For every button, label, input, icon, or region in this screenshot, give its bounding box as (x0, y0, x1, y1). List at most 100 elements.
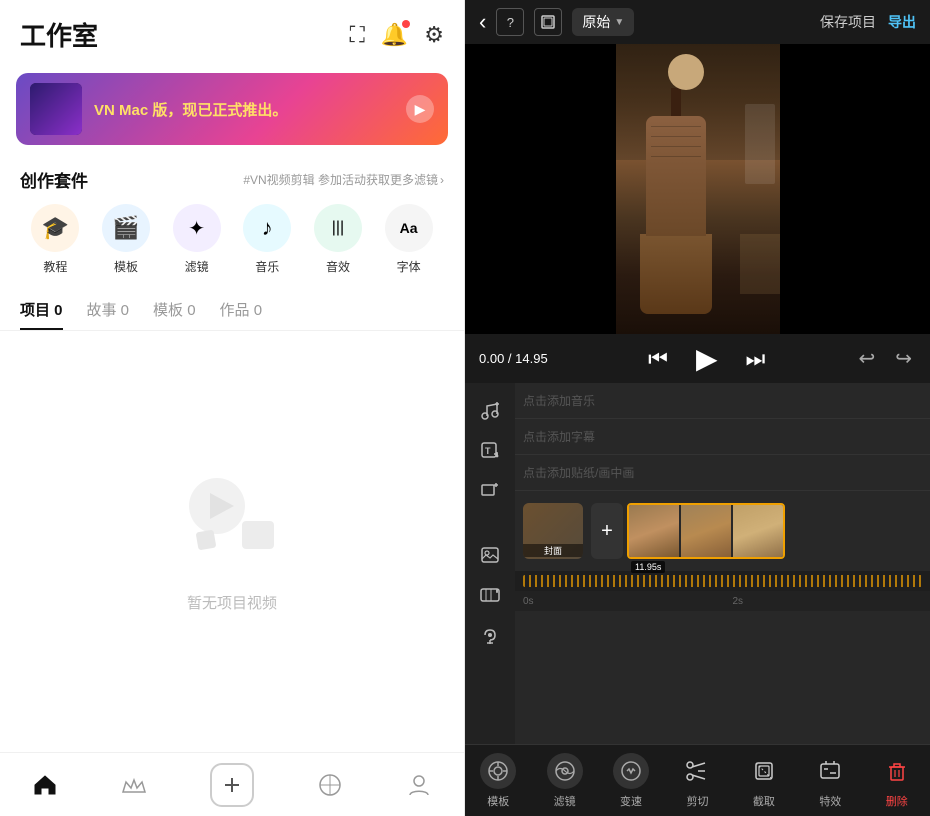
nav-home[interactable] (32, 772, 58, 798)
add-sticker-tool[interactable] (472, 473, 508, 509)
expand-icon[interactable]: ⛶ (349, 22, 364, 48)
subtitle-track[interactable]: 点击添加字幕 (515, 419, 930, 455)
music-track[interactable]: 点击添加音乐 (515, 383, 930, 419)
header-right: 保存项目 导出 (820, 12, 916, 32)
add-clip-tool[interactable] (472, 577, 508, 613)
kit-item-font[interactable]: Aa 字体 (385, 204, 433, 275)
template-tool-icon (480, 753, 516, 789)
font-icon: Aa (385, 204, 433, 252)
template-label: 模板 (487, 793, 509, 809)
tab-template[interactable]: 模板 0 (153, 291, 196, 330)
clip-container: 11.95s (627, 503, 785, 559)
nav-add-button[interactable] (210, 763, 254, 807)
time-display: 0.00 / 14.95 (479, 351, 559, 366)
ruler-mark-2s: 2s (733, 596, 744, 607)
cover-thumbnail[interactable]: 封面 (523, 503, 583, 559)
audio-mix-tool[interactable] (472, 617, 508, 653)
bottom-tool-speed[interactable]: 变速 (605, 753, 657, 809)
redo-button[interactable]: ↪ (891, 346, 916, 371)
video-frame (616, 44, 780, 334)
pip-track[interactable]: 点击添加贴纸/画中画 (515, 455, 930, 491)
cut-label: 剪切 (686, 793, 708, 809)
kit-item-effect[interactable]: ||| 音效 (314, 204, 362, 275)
delete-label: 删除 (886, 793, 908, 809)
timeline-area: T (465, 383, 930, 744)
header-icons: ⛶ 🔔 ⚙ (349, 22, 444, 48)
editor-bottom-toolbar: 模板 滤镜 变速 (465, 744, 930, 816)
skip-end-button[interactable]: ⏭ (740, 346, 772, 372)
banner-thumbnail (30, 83, 82, 135)
template-icon: 🎬 (102, 204, 150, 252)
bottom-tool-delete[interactable]: 删除 (871, 753, 923, 809)
help-button[interactable]: ? (496, 8, 524, 36)
left-panel: 工作室 ⛶ 🔔 ⚙ VN Mac 版，现已正式推出。 ▶ 创作套件 #VN视频剪… (0, 0, 465, 816)
play-button[interactable]: ▶ (686, 342, 728, 375)
mode-label: 原始 (582, 12, 610, 32)
export-button[interactable]: 导出 (888, 12, 916, 32)
kit-label-font: 字体 (397, 258, 421, 275)
skip-start-button[interactable]: ⏮ (642, 346, 674, 372)
add-text-tool[interactable]: T (472, 433, 508, 469)
left-header: 工作室 ⛶ 🔔 ⚙ (0, 0, 464, 63)
crop-mode-icon[interactable] (534, 8, 562, 36)
playback-controls: 0.00 / 14.95 ⏮ ▶ ⏭ ↩ ↪ (465, 334, 930, 383)
back-button[interactable]: ‹ (479, 9, 486, 35)
empty-video-icon (182, 471, 282, 580)
crop-tool-icon (746, 753, 782, 789)
video-preview (465, 44, 930, 334)
bottom-tool-crop[interactable]: 截取 (738, 753, 790, 809)
effect-label: 特效 (819, 793, 841, 809)
kit-grid: 🎓 教程 🎬 模板 ✦ 滤镜 ♪ 音乐 ||| 音效 Aa 字体 (0, 200, 464, 291)
kit-item-filter[interactable]: ✦ 滤镜 (173, 204, 221, 275)
tab-story[interactable]: 故事 0 (87, 291, 130, 330)
banner-arrow-icon[interactable]: ▶ (406, 95, 434, 123)
clip-duration-label: 11.95s (631, 561, 665, 573)
music-track-placeholder: 点击添加音乐 (523, 392, 595, 409)
kit-label-filter: 滤镜 (185, 258, 209, 275)
mode-selector[interactable]: 原始 ▼ (572, 8, 634, 36)
bottom-tool-cut[interactable]: 剪切 (671, 753, 723, 809)
header-left: ‹ ? 原始 ▼ (479, 8, 634, 36)
add-clip-button[interactable]: + (591, 503, 623, 559)
creation-kit-header: 创作套件 #VN视频剪辑 参加活动获取更多滤镜 › (0, 155, 464, 200)
kit-item-template[interactable]: 🎬 模板 (102, 204, 150, 275)
section-subtitle: #VN视频剪辑 参加活动获取更多滤镜 › (243, 171, 444, 188)
empty-state: 暂无项目视频 (0, 331, 464, 752)
tab-work[interactable]: 作品 0 (220, 291, 263, 330)
nav-profile[interactable] (406, 772, 432, 798)
cover-tool[interactable] (472, 537, 508, 573)
filter-icon: ✦ (173, 204, 221, 252)
undo-button[interactable]: ↩ (854, 346, 879, 371)
pip-track-placeholder: 点击添加贴纸/画中画 (523, 464, 634, 481)
bottom-tool-template[interactable]: 模板 (472, 753, 524, 809)
tab-project[interactable]: 项目 0 (20, 291, 63, 330)
settings-icon[interactable]: ⚙ (424, 22, 444, 48)
bottom-tool-effect[interactable]: 特效 (804, 753, 856, 809)
effect-tool-icon (812, 753, 848, 789)
nav-crown[interactable] (121, 772, 147, 798)
timeline-main: 点击添加音乐 点击添加字幕 点击添加贴纸/画中画 封面 + (515, 383, 930, 744)
kit-item-music[interactable]: ♪ 音乐 (243, 204, 291, 275)
kit-label-effect: 音效 (326, 258, 350, 275)
nav-discover[interactable] (317, 772, 343, 798)
video-clip[interactable] (627, 503, 785, 559)
video-subject (636, 54, 716, 314)
notification-icon[interactable]: 🔔 (381, 22, 408, 48)
mode-dropdown-icon: ▼ (614, 17, 624, 28)
vn-mac-banner[interactable]: VN Mac 版，现已正式推出。 ▶ (16, 73, 448, 145)
kit-item-tutorial[interactable]: 🎓 教程 (31, 204, 79, 275)
app-title: 工作室 (20, 16, 98, 53)
bottom-tool-filter[interactable]: 滤镜 (539, 753, 591, 809)
filter-tool-icon (547, 753, 583, 789)
add-music-tool[interactable] (472, 393, 508, 429)
effect-icon: ||| (314, 204, 362, 252)
editor-header: ‹ ? 原始 ▼ 保存项目 导出 (465, 0, 930, 44)
save-button[interactable]: 保存项目 (820, 12, 876, 32)
music-icon: ♪ (243, 204, 291, 252)
kit-label-tutorial: 教程 (43, 258, 67, 275)
project-tabs: 项目 0 故事 0 模板 0 作品 0 (0, 291, 464, 331)
creation-kit-title: 创作套件 (20, 167, 88, 192)
speed-tool-icon (613, 753, 649, 789)
bottom-navigation (0, 752, 464, 816)
subtitle-track-placeholder: 点击添加字幕 (523, 428, 595, 445)
